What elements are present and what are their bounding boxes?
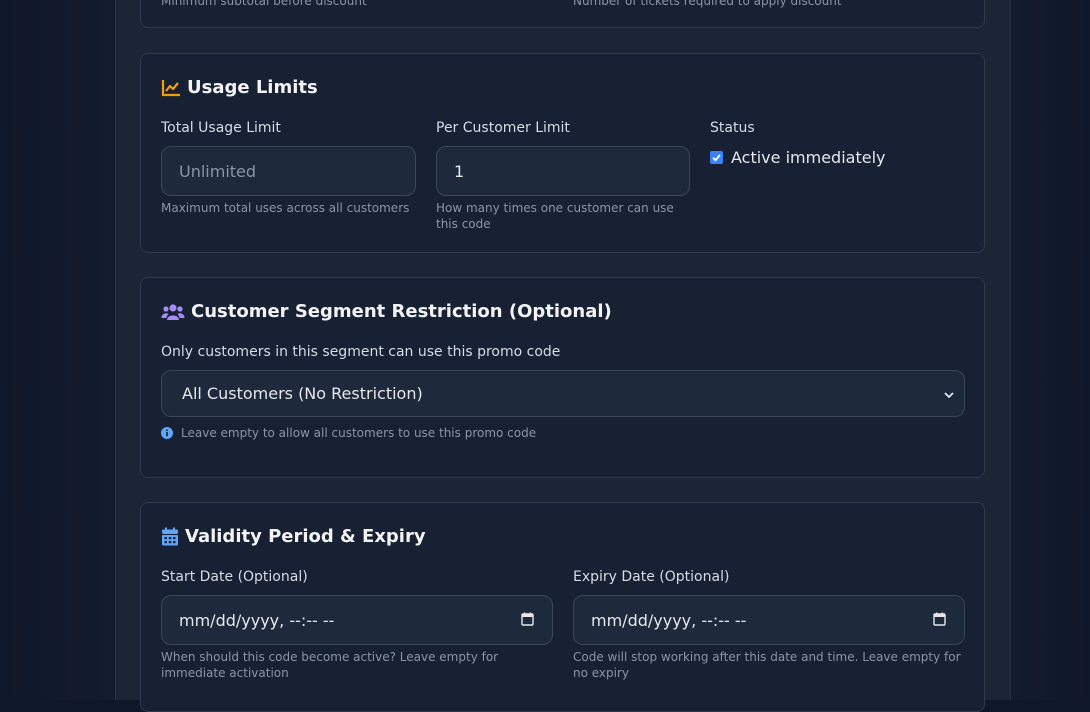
status-label: Status [710,120,755,136]
usage-limits-heading: Usage Limits [161,77,318,98]
per-customer-hint-line1: How many times one customer can use [436,201,674,215]
start-date-hint-line2: immediate activation [161,666,289,680]
segment-heading: Customer Segment Restriction (Optional) [161,301,612,322]
validity-card: Validity Period & Expiry Start Date (Opt… [140,502,985,712]
segment-select[interactable]: All Customers (No Restriction) [161,370,965,417]
per-customer-hint: How many times one customer can use this… [436,200,674,232]
per-customer-value: 1 [454,161,465,181]
per-customer-input[interactable]: 1 [436,146,690,196]
start-date-input[interactable]: mm/dd/yyyy, --:-- -- [161,595,553,645]
total-usage-label: Total Usage Limit [161,120,281,136]
start-date-hint-line1: When should this code become active? Lea… [161,650,499,664]
discount-conditions-card: Minimum subtotal before discount Number … [140,0,985,28]
segment-hint: Leave empty to allow all customers to us… [181,426,537,440]
users-icon [161,303,185,321]
usage-limits-card: Usage Limits Total Usage Limit Unlimited… [140,53,985,253]
segment-hint-row: Leave empty to allow all customers to us… [161,425,536,441]
per-customer-label: Per Customer Limit [436,120,570,136]
segment-selected-value: All Customers (No Restriction) [182,384,423,403]
page-background-right [1009,0,1090,700]
active-checkbox[interactable] [710,151,723,164]
form-container: Minimum subtotal before discount Number … [115,0,1011,712]
calendar-icon [161,527,179,546]
expiry-calendar-picker-icon[interactable] [933,611,946,630]
start-date-label: Start Date (Optional) [161,569,308,585]
chevron-down-icon [944,384,954,403]
total-usage-hint: Maximum total uses across all customers [161,201,410,215]
expiry-date-label: Expiry Date (Optional) [573,569,730,585]
min-subtotal-hint: Minimum subtotal before discount [161,0,367,8]
validity-heading: Validity Period & Expiry [161,526,426,547]
ticket-count-hint: Number of tickets required to apply disc… [573,0,842,8]
expiry-date-hint: Code will stop working after this date a… [573,649,961,681]
segment-title: Customer Segment Restriction (Optional) [191,301,612,322]
customer-segment-card: Customer Segment Restriction (Optional) … [140,277,985,478]
active-checkbox-label: Active immediately [731,148,886,167]
total-usage-placeholder: Unlimited [179,161,257,181]
validity-title: Validity Period & Expiry [185,526,426,547]
page-background-left [0,0,115,700]
info-icon [161,427,173,439]
expiry-date-hint-line1: Code will stop working after this date a… [573,650,961,664]
active-immediately-row[interactable]: Active immediately [710,148,885,167]
start-calendar-picker-icon[interactable] [521,611,534,630]
start-date-placeholder: mm/dd/yyyy, --:-- -- [179,610,335,630]
per-customer-hint-line2: this code [436,217,491,231]
usage-limits-title: Usage Limits [187,77,318,98]
start-date-hint: When should this code become active? Lea… [161,649,498,681]
expiry-date-placeholder: mm/dd/yyyy, --:-- -- [591,610,747,630]
total-usage-input[interactable]: Unlimited [161,146,416,196]
segment-description: Only customers in this segment can use t… [161,344,561,360]
expiry-date-hint-line2: no expiry [573,666,630,680]
expiry-date-input[interactable]: mm/dd/yyyy, --:-- -- [573,595,965,645]
chart-line-icon [161,79,181,97]
